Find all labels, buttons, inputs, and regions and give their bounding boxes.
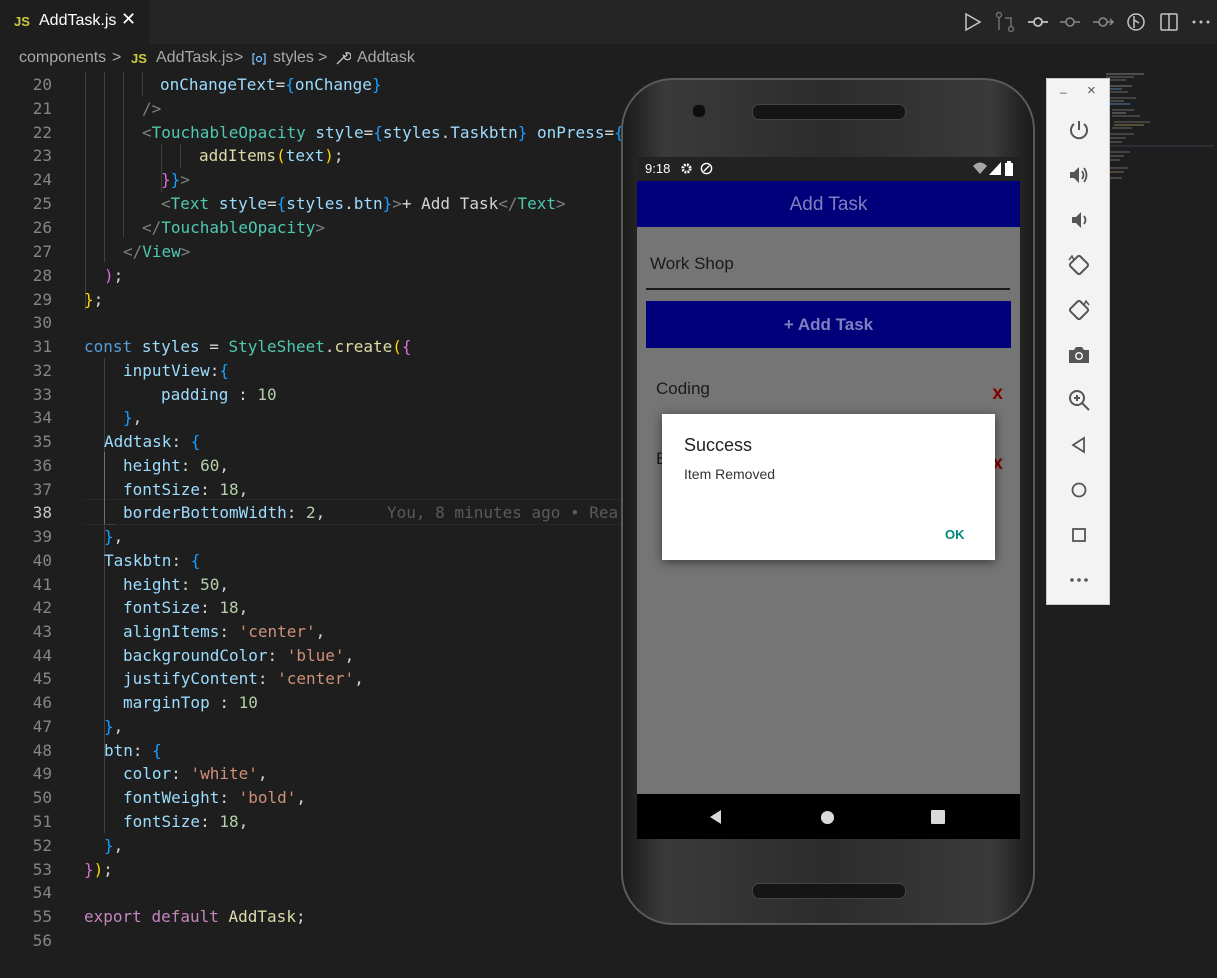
wrench-icon: [336, 52, 351, 65]
git-blame-annotation: You, 8 minutes ago • Rea: [387, 503, 619, 522]
home-icon[interactable]: [1066, 477, 1092, 503]
code-line: 20 onChangeText={onChange}: [32, 75, 382, 94]
git-next-icon[interactable]: [1091, 10, 1115, 34]
run-icon[interactable]: [960, 10, 984, 34]
remove-task-button[interactable]: x: [992, 383, 1003, 405]
git-previous-icon[interactable]: [1058, 10, 1082, 34]
zoom-icon[interactable]: [1066, 387, 1092, 413]
signal-icon: [989, 162, 1001, 175]
recents-nav-icon[interactable]: [931, 810, 945, 824]
minimap[interactable]: [1104, 72, 1214, 192]
overview-icon[interactable]: [1066, 522, 1092, 548]
minimize-button[interactable]: –: [1060, 85, 1067, 99]
task-text: Coding: [656, 379, 710, 398]
breadcrumb-folder[interactable]: components: [19, 49, 106, 67]
task-input[interactable]: Work Shop: [646, 240, 1010, 290]
gitlens-icon[interactable]: [1124, 10, 1148, 34]
chevron-right-icon: >: [318, 49, 328, 66]
task-input-value: Work Shop: [650, 254, 734, 273]
rotate-right-icon[interactable]: [1066, 297, 1092, 323]
earpiece-speaker: [752, 104, 906, 120]
add-task-button[interactable]: + Add Task: [646, 301, 1011, 348]
screenshot-camera-icon[interactable]: [1066, 342, 1092, 368]
code-line: 54: [32, 883, 52, 902]
source-control-compare-icon[interactable]: [993, 10, 1017, 34]
add-task-label: + Add Task: [783, 315, 874, 334]
tab-addtask[interactable]: JS AddTask.js ✕: [0, 0, 149, 44]
back-nav-icon[interactable]: [708, 809, 724, 825]
settings-gear-icon: [681, 163, 692, 174]
volume-down-icon[interactable]: [1066, 207, 1092, 233]
variable-icon: [252, 53, 266, 65]
data-saver-icon: [700, 162, 713, 175]
rotate-left-icon[interactable]: [1066, 252, 1092, 278]
chevron-right-icon: >: [112, 49, 122, 66]
dialog-ok-button[interactable]: OK: [945, 527, 965, 542]
wifi-icon: [973, 162, 987, 174]
home-nav-icon[interactable]: [820, 810, 835, 825]
alert-dialog: Success Item Removed OK: [662, 414, 995, 560]
status-time: 9:18: [645, 161, 671, 176]
task-item: Coding x: [646, 379, 1011, 419]
android-status-bar: 9:18: [637, 157, 1020, 181]
android-nav-bar: [637, 794, 1020, 839]
dialog-message: Item Removed: [684, 466, 776, 482]
more-actions-icon[interactable]: [1189, 10, 1213, 34]
close-tab-icon[interactable]: ✕: [121, 9, 136, 30]
app-title: Add Task: [789, 194, 868, 215]
breadcrumb: components > JS AddTask.js > styles > Ad…: [0, 44, 1217, 72]
breadcrumb-styles[interactable]: styles: [273, 49, 314, 67]
split-editor-icon[interactable]: [1157, 10, 1181, 34]
tab-title: AddTask.js: [39, 12, 117, 29]
code-line: 55 export default AddTask;: [32, 907, 306, 926]
code-line: 56: [32, 931, 52, 950]
javascript-file-icon: JS: [131, 51, 147, 66]
app-header: Add Task: [637, 181, 1020, 227]
chevron-right-icon: >: [234, 49, 244, 66]
power-icon[interactable]: [1066, 117, 1092, 143]
breadcrumb-file[interactable]: AddTask.js: [156, 49, 233, 67]
code-line: 21/>: [32, 99, 162, 118]
back-icon[interactable]: [1066, 432, 1092, 458]
emulator-toolbar: – ×: [1046, 78, 1110, 605]
volume-up-icon[interactable]: [1066, 162, 1092, 188]
bottom-speaker: [752, 883, 906, 899]
close-button[interactable]: ×: [1087, 82, 1096, 99]
git-commit-icon[interactable]: [1026, 10, 1050, 34]
editor-tab-bar: JS AddTask.js ✕: [0, 0, 1217, 44]
javascript-file-icon: JS: [14, 14, 30, 29]
front-camera: [692, 104, 706, 118]
more-options-icon[interactable]: [1066, 567, 1092, 593]
dialog-title: Success: [684, 435, 753, 455]
breadcrumb-symbol[interactable]: Addtask: [357, 49, 415, 67]
battery-icon: [1005, 161, 1013, 176]
